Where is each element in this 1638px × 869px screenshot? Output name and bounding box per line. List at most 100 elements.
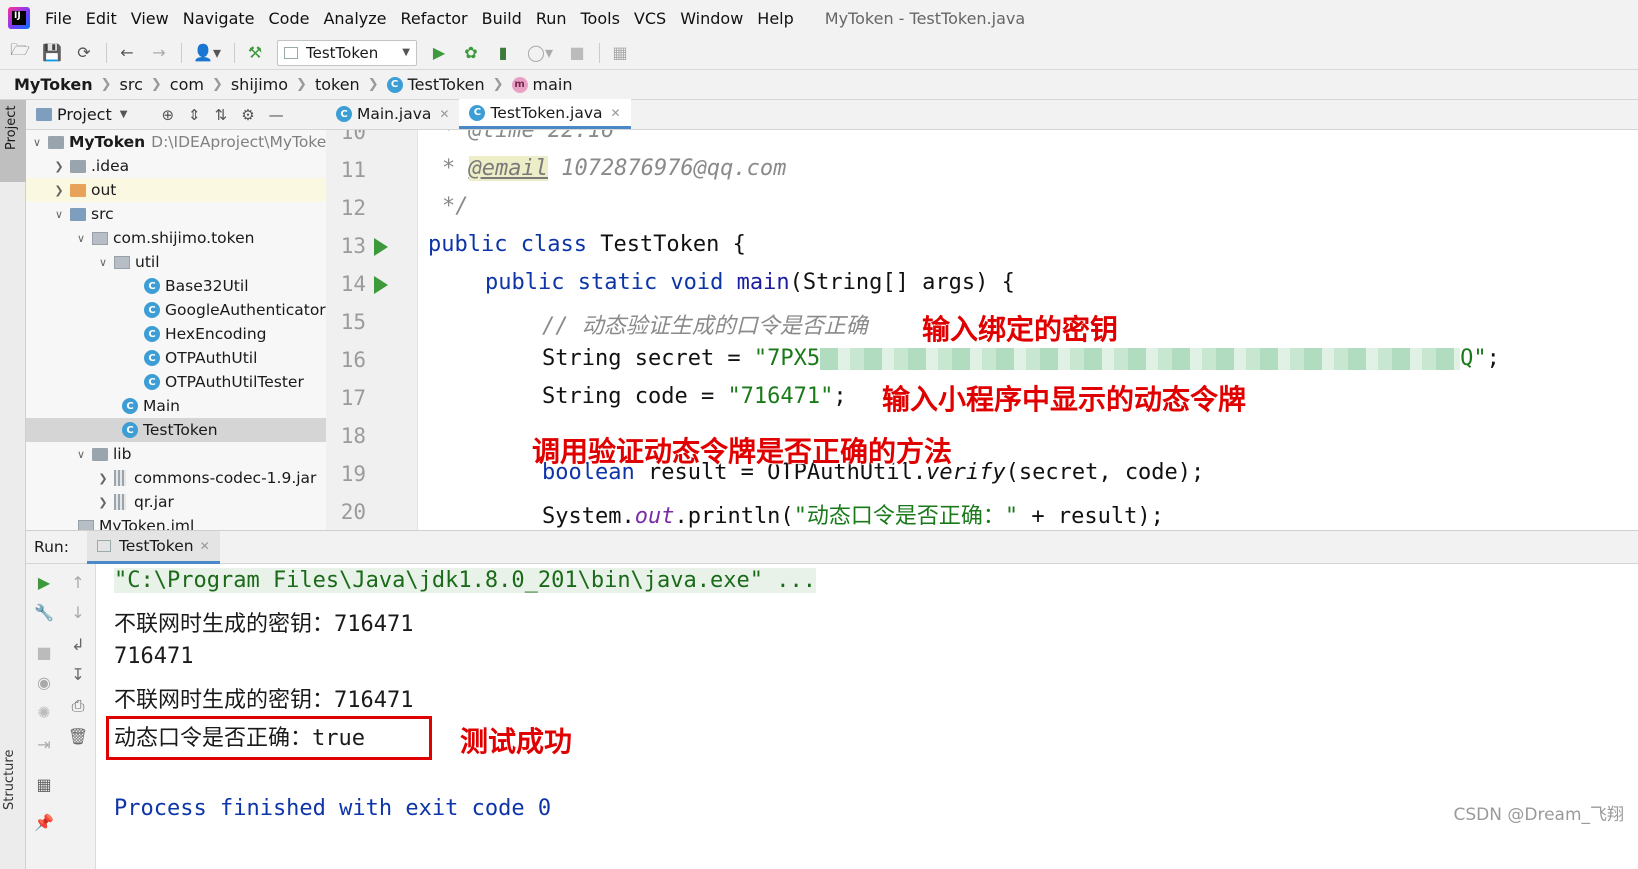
- editor-tabs: C Main.java ✕ C TestToken.java ✕: [326, 99, 1638, 130]
- tab-testtoken-java[interactable]: C TestToken.java ✕: [459, 99, 631, 129]
- rerun-icon[interactable]: ▶: [34, 572, 54, 592]
- tree-item-iml[interactable]: MyToken.iml: [78, 514, 194, 530]
- folder-icon: [92, 447, 108, 461]
- code-line-15: // 动态验证生成的口令是否正确: [542, 314, 868, 339]
- pin-icon[interactable]: 📌: [34, 812, 54, 832]
- tree-item-src[interactable]: ∨ src: [52, 202, 114, 226]
- debug-icon[interactable]: ✿: [461, 43, 481, 63]
- user-icon[interactable]: 👤▾: [192, 43, 222, 63]
- menu-view[interactable]: View: [124, 9, 176, 28]
- run-toolbar-primary: ▶ 🔧 ■ ◉ ✺ ⇥ ▦ 📌: [26, 564, 60, 869]
- stop-icon[interactable]: ■: [34, 642, 54, 662]
- crumb-project[interactable]: MyToken: [14, 75, 93, 94]
- open-folder-icon[interactable]: 🗁: [10, 40, 30, 63]
- code-editor[interactable]: * @time 22:16 * @email 1072876976@qq.com…: [418, 130, 1638, 530]
- gear-icon[interactable]: ⚙: [241, 106, 254, 124]
- login-icon[interactable]: ⇥: [34, 734, 54, 754]
- arrow-up-icon[interactable]: ↑: [68, 572, 88, 592]
- scroll-to-end-icon[interactable]: ↧: [68, 664, 88, 684]
- tree-item-class[interactable]: C OTPAuthUtilTester: [144, 370, 304, 394]
- menu-file[interactable]: File: [38, 9, 79, 28]
- tree-item-class[interactable]: C HexEncoding: [144, 322, 267, 346]
- crumb-com[interactable]: com: [170, 75, 204, 94]
- tree-item-class[interactable]: C GoogleAuthenticator: [144, 298, 326, 322]
- collapse-all-icon[interactable]: ⇅: [215, 106, 228, 124]
- hide-icon[interactable]: —: [269, 106, 284, 124]
- crumb-token[interactable]: token: [315, 75, 360, 94]
- run-toolbar-secondary: ↑ ↓ ↲ ↧ ⎙ 🗑: [60, 564, 96, 869]
- crumb-shijimo[interactable]: shijimo: [231, 75, 288, 94]
- structure-tool-tab[interactable]: Structure: [2, 750, 17, 810]
- tree-item-idea[interactable]: ❯ .idea: [52, 154, 129, 178]
- run-tab-testtoken[interactable]: TestToken ✕: [86, 530, 220, 564]
- menu-edit[interactable]: Edit: [79, 9, 124, 28]
- menu-build[interactable]: Build: [475, 9, 529, 28]
- arrow-down-icon[interactable]: ↓: [68, 602, 88, 622]
- project-structure-icon[interactable]: ▦: [610, 43, 630, 63]
- chevron-down-icon[interactable]: ∨: [96, 256, 110, 269]
- menu-vcs[interactable]: VCS: [627, 9, 673, 28]
- save-icon[interactable]: 💾: [42, 43, 62, 63]
- back-icon[interactable]: ←: [117, 43, 137, 63]
- menu-help[interactable]: Help: [750, 9, 800, 28]
- menu-tools[interactable]: Tools: [574, 9, 627, 28]
- tree-item-out[interactable]: ❯ out: [26, 178, 326, 202]
- expand-all-icon[interactable]: ⇕: [188, 106, 201, 124]
- sync-icon[interactable]: ⟳: [74, 43, 94, 63]
- crumb-method[interactable]: m main: [511, 75, 573, 94]
- tree-item-lib[interactable]: ∨ lib: [74, 442, 131, 466]
- run-method-icon[interactable]: [374, 276, 388, 294]
- menu-code[interactable]: Code: [262, 9, 317, 28]
- tab-main-java[interactable]: C Main.java ✕: [326, 99, 459, 129]
- chevron-down-icon[interactable]: ∨: [30, 136, 44, 149]
- trash-icon[interactable]: 🗑: [68, 726, 88, 746]
- chevron-down-icon[interactable]: ∨: [74, 448, 88, 461]
- tree-item-jar[interactable]: ❯ commons-codec-1.9.jar: [96, 466, 316, 490]
- tree-item-package[interactable]: ∨ com.shijimo.token: [74, 226, 254, 250]
- close-icon[interactable]: ✕: [439, 107, 449, 121]
- tree-item-selected[interactable]: C TestToken: [26, 418, 326, 442]
- crumb-src[interactable]: src: [120, 75, 143, 94]
- coverage-icon[interactable]: ▮: [493, 43, 513, 63]
- forward-icon[interactable]: →: [149, 43, 169, 63]
- menu-navigate[interactable]: Navigate: [176, 9, 262, 28]
- menu-window[interactable]: Window: [673, 9, 750, 28]
- code-method-name: main: [736, 270, 790, 295]
- camera-icon[interactable]: ◉: [34, 672, 54, 692]
- project-view-selector[interactable]: Project: [57, 105, 112, 124]
- tree-item-root[interactable]: ∨ MyToken D:\IDEAproject\MyToken: [30, 130, 326, 154]
- print-icon[interactable]: ⎙: [68, 696, 88, 716]
- tree-item-class[interactable]: C Main: [122, 394, 180, 418]
- soft-wrap-icon[interactable]: ↲: [68, 634, 88, 654]
- close-icon[interactable]: ✕: [611, 106, 621, 120]
- thread-dump-icon[interactable]: ✺: [34, 702, 54, 722]
- chevron-right-icon[interactable]: ❯: [52, 160, 66, 173]
- project-tool-tab[interactable]: Project: [0, 100, 26, 182]
- menu-refactor[interactable]: Refactor: [394, 9, 475, 28]
- profile-icon[interactable]: ◯▾: [525, 43, 555, 63]
- code-line-16: String secret = "7PX5 Q";: [542, 346, 1500, 371]
- run-class-icon[interactable]: [374, 238, 388, 256]
- stop-icon[interactable]: ■: [567, 43, 587, 63]
- tree-item-util[interactable]: ∨ util: [96, 250, 160, 274]
- chevron-down-icon[interactable]: ∨: [74, 232, 88, 245]
- chevron-right-icon[interactable]: ❯: [96, 472, 110, 485]
- chevron-right-icon[interactable]: ❯: [96, 496, 110, 509]
- chevron-down-icon[interactable]: ▼: [120, 109, 128, 120]
- run-config-selector[interactable]: TestToken ▼: [277, 39, 417, 66]
- locate-icon[interactable]: ⊕: [161, 106, 174, 124]
- tree-item-class[interactable]: C Base32Util: [144, 274, 249, 298]
- tree-item-jar[interactable]: ❯ qr.jar: [96, 490, 174, 514]
- run-icon[interactable]: ▶: [429, 43, 449, 63]
- layout-icon[interactable]: ▦: [34, 774, 54, 794]
- close-icon[interactable]: ✕: [200, 539, 210, 553]
- menu-run[interactable]: Run: [529, 9, 574, 28]
- wrench-icon[interactable]: 🔧: [34, 602, 54, 622]
- chevron-down-icon[interactable]: ∨: [52, 208, 66, 221]
- jar-icon: [114, 494, 126, 510]
- build-hammer-icon[interactable]: ⚒: [245, 43, 265, 63]
- chevron-right-icon[interactable]: ❯: [52, 184, 66, 197]
- crumb-class[interactable]: C TestToken: [386, 75, 485, 94]
- menu-analyze[interactable]: Analyze: [316, 9, 393, 28]
- tree-item-class[interactable]: C OTPAuthUtil: [144, 346, 257, 370]
